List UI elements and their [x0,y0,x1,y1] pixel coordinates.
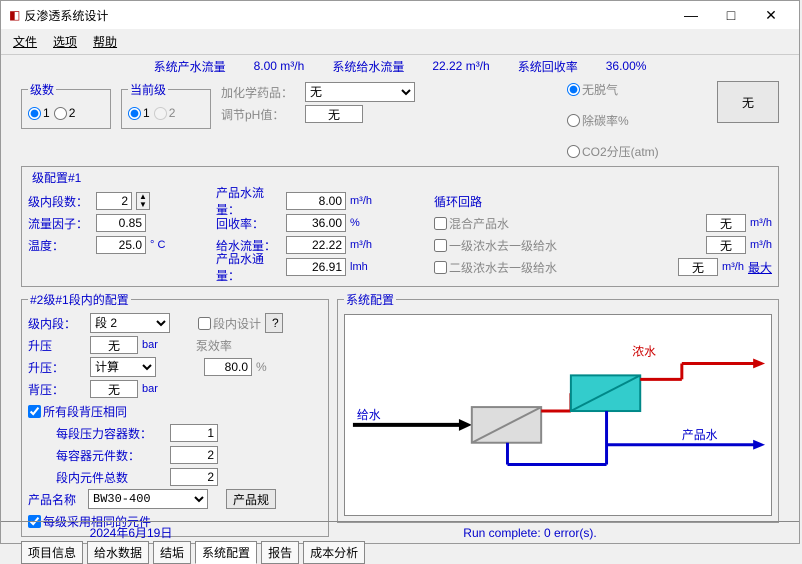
conc2-value[interactable] [678,258,718,276]
segcount-label: 级内段数： [28,193,92,210]
mix-value[interactable] [706,214,746,232]
flowfactor-label: 流量因子： [28,215,92,232]
permflow-label: 产品水流量： [216,184,282,218]
temp-label: 温度： [28,237,92,254]
minimize-button[interactable]: — [671,1,711,29]
max-link[interactable]: 最大 [748,259,772,276]
diagram-conc-label: 浓水 [632,345,656,359]
boost2-label: 升压： [28,359,86,376]
el-input[interactable] [170,446,218,464]
system-diagram: 给水 [344,314,772,516]
tab-feedwater[interactable]: 给水数据 [87,541,149,564]
prod-label: 产品名称 [28,491,84,508]
tab-scaling[interactable]: 结垢 [153,541,191,564]
feedflow-input[interactable] [286,236,346,254]
diagram-feed-label: 给水 [357,408,381,422]
chem-select[interactable]: 无 [305,82,415,102]
conc1-check[interactable]: 一级浓水去一级给水 [434,237,557,254]
summary-value-feedflow: 22.22 m³/h [432,59,489,73]
ph-value[interactable] [305,105,363,123]
flowfactor-input[interactable] [96,214,146,232]
degas-co2p[interactable]: CO2分压(atm) [567,143,707,160]
summary-label-feedflow: 系统给水流量 [332,58,404,75]
recycle-title: 循环回路 [434,193,482,210]
back-input[interactable] [90,380,138,398]
chem-label: 加化学药品： [221,84,297,101]
app-icon: ◧ [9,8,20,22]
summary-label-permflow: 系统产水流量 [154,58,226,75]
passes-radio-2[interactable]: 2 [54,106,76,120]
currentpass-fieldset: 当前级 1 2 [121,81,211,129]
el-label: 每容器元件数： [56,447,166,464]
statusbar: 2024年6月19日 Run complete: 0 error(s). [1,521,799,543]
pv-label: 每段压力容器数： [56,425,166,442]
summary-value-permflow: 8.00 m³/h [254,59,305,73]
titlebar: ◧ 反渗透系统设计 — □ ✕ [1,1,799,29]
app-window: ◧ 反渗透系统设计 — □ ✕ 文件 选项 帮助 系统产水流量 8.00 m³/… [0,0,800,544]
prod-button[interactable]: 产品规 [226,489,276,509]
cfg2-fieldset: #2级#1段内的配置 级内段：段 2 段内设计 ? 升压bar 泵效率 升压：计… [21,291,329,537]
pv-input[interactable] [170,424,218,442]
status-date: 2024年6月19日 [1,524,261,541]
menubar: 文件 选项 帮助 [1,29,799,55]
temp-input[interactable] [96,236,146,254]
status-message: Run complete: 0 error(s). [261,526,799,540]
back-label: 背压： [28,381,86,398]
permflow-input[interactable] [286,192,346,210]
cfg2-legend: #2级#1段内的配置 [28,291,131,308]
passes-fieldset: 级数 1 2 [21,81,111,129]
menu-file[interactable]: 文件 [13,33,37,50]
tab-cost[interactable]: 成本分析 [303,541,365,564]
help-button[interactable]: ? [265,313,283,333]
boost2-select[interactable]: 计算 [90,357,156,377]
summary-value-recovery: 36.00% [606,59,647,73]
prod-select[interactable]: BW30-400 [88,489,208,509]
currentpass-legend: 当前级 [128,81,168,98]
syscfg-legend: 系统配置 [344,291,396,308]
segin-select[interactable]: 段 2 [90,313,170,333]
tab-report[interactable]: 报告 [261,541,299,564]
cfg1-title: 级配置#1 [30,169,83,186]
boost2-input[interactable] [204,358,252,376]
degas-co2rem[interactable]: 除碳率% [567,112,707,129]
summary-bar: 系统产水流量 8.00 m³/h 系统给水流量 22.22 m³/h 系统回收率… [1,55,799,77]
degas-button[interactable]: 无 [717,81,779,123]
flux-input[interactable] [286,258,346,276]
flux-label: 产品水通量： [216,250,282,284]
conc2-check[interactable]: 二级浓水去一级给水 [434,259,557,276]
tab-project[interactable]: 项目信息 [21,541,83,564]
passes-legend: 级数 [28,81,56,98]
close-button[interactable]: ✕ [751,1,791,29]
window-title: 反渗透系统设计 [24,7,671,24]
mix-check[interactable]: 混合产品水 [434,215,509,232]
currentpass-radio-1[interactable]: 1 [128,106,150,120]
maximize-button[interactable]: □ [711,1,751,29]
passes-radio-1[interactable]: 1 [28,106,50,120]
pumpeff-label: 泵效率 [196,337,232,354]
conc1-value[interactable] [706,236,746,254]
segdesign-check[interactable]: 段内设计 [198,315,261,332]
summary-label-recovery: 系统回收率 [518,58,578,75]
allsame-check[interactable]: 所有段背压相同 [28,403,127,420]
boost-label: 升压 [28,337,86,354]
total-input[interactable] [170,468,218,486]
currentpass-radio-2: 2 [154,106,176,120]
segcount-input[interactable] [96,192,132,210]
spinner-icon[interactable]: ▲▼ [136,192,150,210]
boost-input[interactable] [90,336,138,354]
tab-sysconfig[interactable]: 系统配置 [195,541,257,564]
recovery-label: 回收率： [216,215,282,232]
ph-label: 调节pH值： [221,106,297,123]
menu-options[interactable]: 选项 [53,33,77,50]
total-label: 段内元件总数 [56,469,166,486]
segin-label: 级内段： [28,315,86,332]
degas-none[interactable]: 无脱气 [567,81,707,98]
menu-help[interactable]: 帮助 [93,33,117,50]
diagram-perm-label: 产品水 [682,428,718,442]
recovery-input[interactable] [286,214,346,232]
syscfg-fieldset: 系统配置 给水 [337,291,779,523]
